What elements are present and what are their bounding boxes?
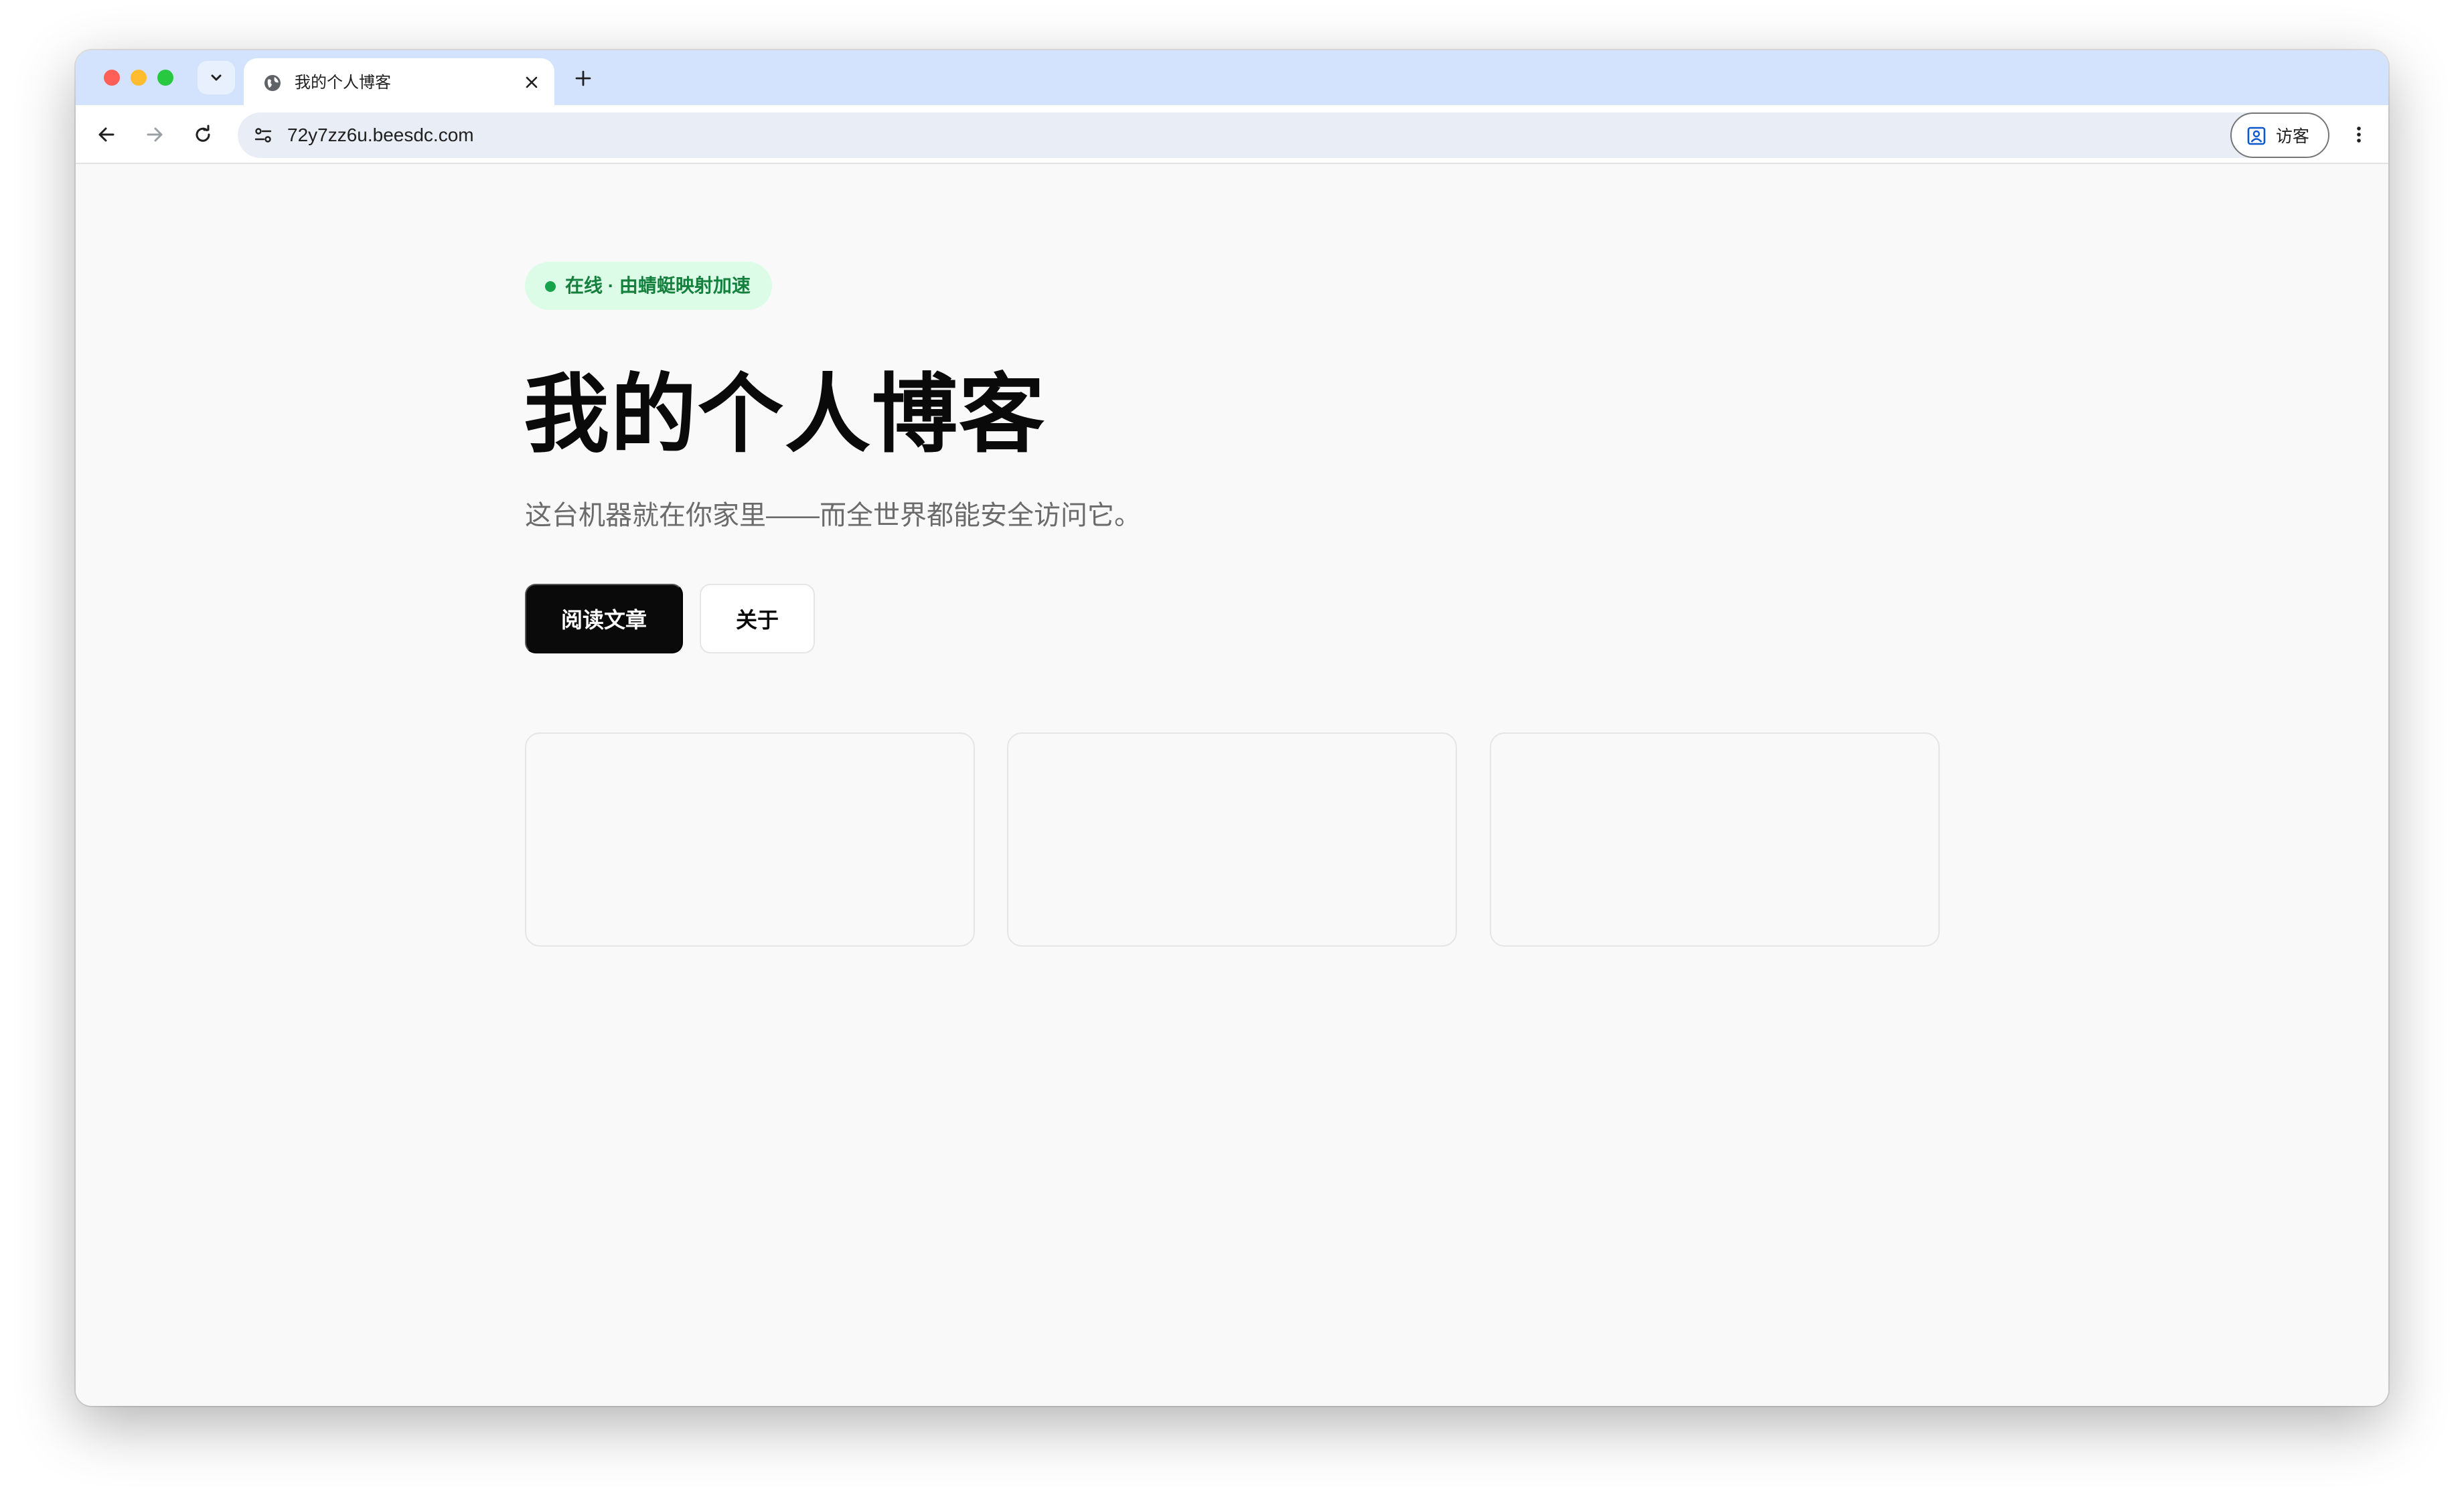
tab-active[interactable]: 我的个人博客 (244, 58, 554, 105)
minimize-window-button[interactable] (131, 70, 147, 86)
forward-button[interactable] (139, 118, 171, 151)
tab-strip: 我的个人博客 (76, 50, 2388, 105)
tab-search-button[interactable] (198, 61, 235, 94)
maximize-window-button[interactable] (157, 70, 173, 86)
chevron-down-icon (211, 74, 222, 81)
status-dot-icon (545, 281, 556, 292)
card-placeholder[interactable] (1490, 732, 1940, 947)
page-content: 在线 · 由蜻蜓映射加速 我的个人博客 这台机器就在你家里——而全世界都能安全访… (76, 164, 2388, 1406)
reload-icon (196, 125, 210, 142)
arrow-right-icon (147, 127, 163, 142)
plus-icon (575, 70, 591, 86)
page-title: 我的个人博客 (524, 367, 1047, 463)
about-button[interactable]: 关于 (700, 584, 815, 653)
profile-label: 访客 (2276, 127, 2310, 146)
reload-button[interactable] (187, 118, 219, 151)
profile-button[interactable]: 访客 (2230, 112, 2329, 158)
browser-window: 我的个人博客 72y7zz6u.beesdc.com 访客 在线 · 由蜻蜓映射… (76, 50, 2388, 1406)
page-subtitle: 这台机器就在你家里——而全世界都能安全访问它。 (525, 501, 1141, 530)
status-badge: 在线 · 由蜻蜓映射加速 (525, 262, 772, 310)
back-button[interactable] (90, 118, 123, 151)
site-settings-icon[interactable] (250, 122, 277, 149)
profile-icon (2246, 126, 2266, 146)
card-placeholder[interactable] (1007, 732, 1457, 947)
read-articles-button[interactable]: 阅读文章 (525, 584, 683, 653)
close-window-button[interactable] (104, 70, 120, 86)
tab-title: 我的个人博客 (295, 74, 391, 92)
address-bar[interactable]: 72y7zz6u.beesdc.com (238, 112, 2293, 158)
card-placeholder[interactable] (525, 732, 975, 947)
globe-icon (262, 73, 283, 93)
url-text: 72y7zz6u.beesdc.com (287, 125, 474, 145)
more-vertical-icon (2357, 127, 2361, 143)
arrow-left-icon (98, 127, 114, 142)
new-tab-button[interactable] (568, 64, 598, 93)
status-badge-text: 在线 · 由蜻蜓映射加速 (565, 275, 751, 296)
browser-menu-button[interactable] (2343, 118, 2375, 151)
browser-toolbar: 72y7zz6u.beesdc.com 访客 (76, 105, 2388, 164)
close-tab-icon[interactable] (521, 72, 542, 93)
